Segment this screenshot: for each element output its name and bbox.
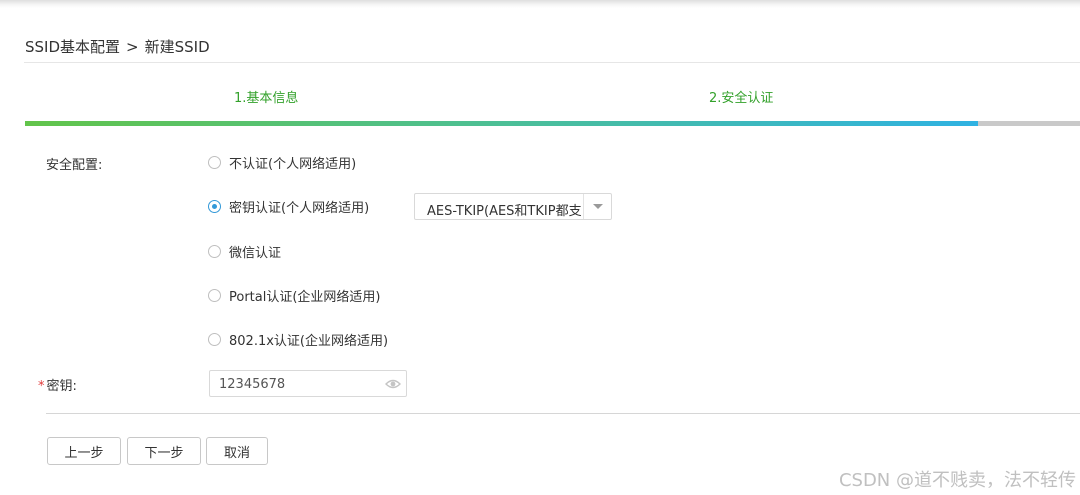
auth-option-label: 微信认证 (229, 245, 282, 261)
required-mark: * (38, 379, 45, 394)
key-input-value[interactable]: 12345678 (219, 377, 285, 392)
key-label-text: 密钥: (46, 379, 77, 394)
next-step-button[interactable]: 下一步 (127, 437, 201, 465)
security-config-label: 安全配置: (46, 158, 103, 173)
radio-button[interactable] (208, 288, 221, 302)
auth-option-label: 密钥认证(个人网络适用) (229, 200, 370, 216)
step-basic-info: 1.基本信息 (234, 91, 299, 106)
auth-option-key[interactable]: 密钥认证(个人网络适用) (208, 196, 369, 216)
auth-option-8021x[interactable]: 802.1x认证(企业网络适用) (208, 329, 388, 349)
watermark: CSDN @道不贱卖，法不轻传 (838, 470, 1076, 491)
step-security-auth: 2.安全认证 (709, 91, 774, 106)
page: SSID基本配置 > 新建SSID 1.基本信息 2.安全认证 安全配置: 不认证(… (0, 0, 1080, 495)
encryption-select[interactable]: AES-TKIP(AES和TKIP都支 (414, 193, 612, 220)
auth-option-label: Portal认证(企业网络适用) (229, 289, 381, 305)
eye-icon[interactable] (385, 377, 401, 391)
form-divider (46, 413, 1080, 414)
radio-button[interactable] (208, 199, 221, 213)
radio-button[interactable] (208, 244, 221, 258)
breadcrumb-parent[interactable]: SSID基本配置 (25, 38, 120, 56)
auth-option-portal[interactable]: Portal认证(企业网络适用) (208, 285, 381, 305)
auth-option-label: 802.1x认证(企业网络适用) (229, 333, 389, 349)
step-progress-fill (25, 121, 978, 126)
radio-button[interactable] (208, 332, 221, 346)
top-shadow (0, 0, 1080, 8)
key-input[interactable]: 12345678 (209, 370, 407, 397)
step-progress-bar (25, 121, 1080, 126)
chevron-down-icon[interactable] (583, 194, 611, 219)
cancel-button[interactable]: 取消 (206, 437, 268, 465)
header-divider (24, 62, 1080, 63)
breadcrumb: SSID基本配置 > 新建SSID (25, 36, 210, 57)
prev-step-button[interactable]: 上一步 (47, 437, 121, 465)
encryption-select-value: AES-TKIP(AES和TKIP都支 (427, 204, 582, 219)
breadcrumb-current: 新建SSID (144, 38, 210, 56)
key-label: * 密钥: (38, 375, 77, 394)
auth-option-label: 不认证(个人网络适用) (229, 156, 357, 172)
auth-option-none[interactable]: 不认证(个人网络适用) (208, 152, 356, 172)
auth-option-wechat[interactable]: 微信认证 (208, 241, 281, 261)
radio-button[interactable] (208, 155, 221, 169)
breadcrumb-separator: > (126, 38, 139, 56)
